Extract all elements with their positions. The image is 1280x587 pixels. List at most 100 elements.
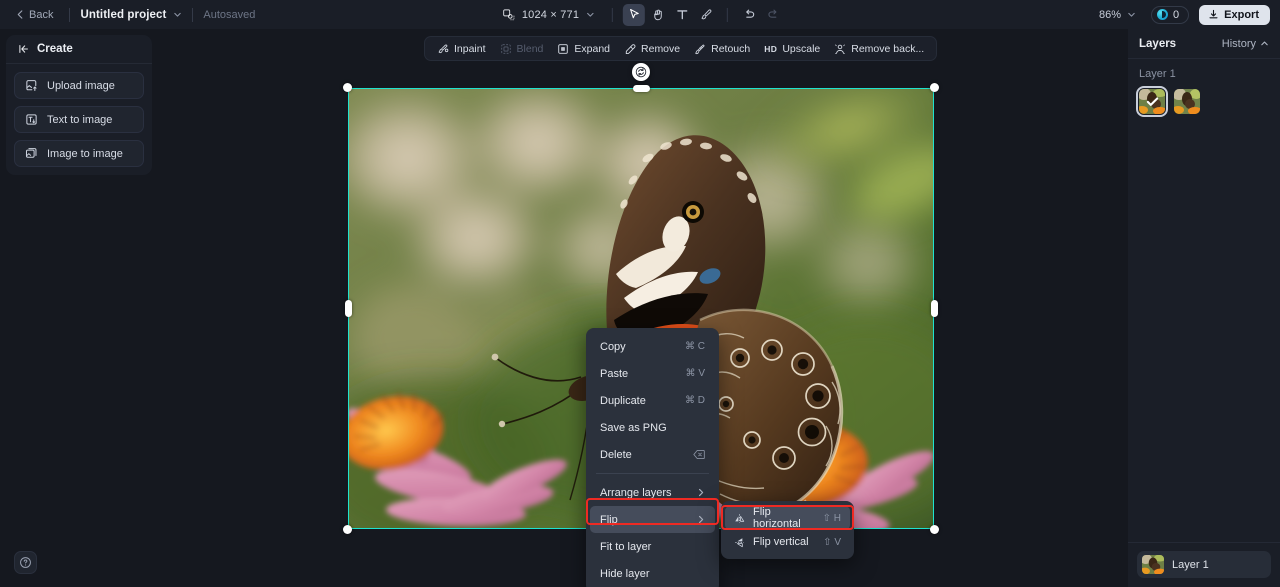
- context-menu-label: Copy: [600, 340, 626, 353]
- redo-button[interactable]: [762, 4, 784, 26]
- history-thumb-1[interactable]: [1136, 86, 1168, 117]
- resize-handle-top-left[interactable]: [343, 83, 352, 92]
- layer-row[interactable]: Layer 1: [1137, 551, 1271, 578]
- layers-panel-header: Layers History: [1128, 29, 1280, 59]
- context-menu-item-paste[interactable]: Paste ⌘ V: [590, 360, 715, 387]
- brush-tool-button[interactable]: [695, 4, 717, 26]
- resize-handle-top-center[interactable]: [632, 84, 650, 92]
- create-panel: Create Upload image Text to image Image …: [6, 35, 152, 175]
- flip-submenu: Flip horizontal ⇧ H Flip vertical ⇧ V: [721, 501, 854, 559]
- context-menu-item-hide-layer[interactable]: Hide layer: [590, 560, 715, 587]
- resize-handle-middle-left[interactable]: [344, 300, 352, 317]
- back-label: Back: [29, 8, 54, 21]
- canvas-dimensions: 1024 × 771: [521, 8, 580, 21]
- image-to-image-button[interactable]: Image to image: [14, 140, 144, 167]
- thumbnail-image: [1174, 89, 1200, 114]
- context-menu-item-duplicate[interactable]: Duplicate ⌘ D: [590, 387, 715, 414]
- retouch-button[interactable]: Retouch: [687, 40, 757, 58]
- layer-name: Layer 1: [1172, 558, 1209, 571]
- divider: [192, 7, 194, 22]
- history-label: History: [1221, 37, 1256, 50]
- context-menu-separator: [596, 473, 709, 474]
- collapse-panel-icon[interactable]: [18, 43, 30, 55]
- project-menu-chevron-down-icon[interactable]: [173, 10, 182, 19]
- expand-button[interactable]: Expand: [550, 40, 617, 58]
- text-to-image-icon: [26, 114, 37, 125]
- history-tool-group: [738, 4, 784, 26]
- submenu-item-flip-horizontal[interactable]: Flip horizontal ⇧ H: [725, 506, 850, 530]
- context-menu-shortcut: ⌘ V: [685, 368, 705, 379]
- question-mark-circle-icon: [20, 557, 31, 568]
- image-edit-toolbar: Inpaint Blend Expand Remove Retouch HD U…: [424, 36, 938, 61]
- flip-vertical-icon: [734, 537, 745, 548]
- divider: [612, 7, 614, 22]
- create-panel-title: Create: [37, 43, 73, 55]
- flip-horizontal-icon: [734, 513, 745, 524]
- upload-image-button[interactable]: Upload image: [14, 72, 144, 99]
- history-thumb-2[interactable]: [1174, 89, 1200, 114]
- credits-button[interactable]: 0: [1151, 5, 1190, 24]
- image-to-image-icon: [25, 148, 37, 158]
- expand-label: Expand: [574, 42, 611, 55]
- submenu-shortcut: ⇧ H: [822, 512, 841, 524]
- submenu-label: Flip vertical: [753, 536, 809, 548]
- context-menu-item-flip[interactable]: Flip: [590, 506, 715, 533]
- back-button[interactable]: Back: [10, 6, 59, 24]
- select-tool-button[interactable]: [623, 3, 646, 26]
- context-menu-item-delete[interactable]: Delete: [590, 441, 715, 468]
- undo-icon: [746, 9, 755, 18]
- history-toggle[interactable]: History: [1222, 38, 1269, 50]
- delete-key-icon: [693, 449, 705, 460]
- upscale-button[interactable]: HD Upscale: [757, 40, 827, 58]
- rotate-icon: [635, 66, 647, 78]
- inpaint-button[interactable]: Inpaint: [430, 40, 493, 58]
- upload-image-icon: [26, 80, 37, 92]
- remove-button[interactable]: Remove: [617, 40, 687, 58]
- resize-handle-middle-right[interactable]: [930, 300, 938, 317]
- blend-label: Blend: [516, 42, 544, 55]
- credit-coin-icon: [1157, 9, 1169, 20]
- chevron-down-icon: [587, 12, 594, 17]
- submenu-item-flip-vertical[interactable]: Flip vertical ⇧ V: [725, 530, 850, 554]
- context-menu-shortcut: ⌘ C: [685, 341, 705, 352]
- zoom-control[interactable]: 86%: [1094, 6, 1141, 24]
- rotate-handle[interactable]: [632, 63, 650, 81]
- context-menu-item-fit-to-layer[interactable]: Fit to layer: [590, 533, 715, 560]
- resize-handle-bottom-left[interactable]: [343, 525, 352, 534]
- hand-tool-button[interactable]: [647, 4, 669, 26]
- upload-image-label: Upload image: [47, 79, 115, 92]
- context-menu-item-save-as-png[interactable]: Save as PNG: [590, 414, 715, 441]
- blend-button[interactable]: Blend: [493, 40, 551, 58]
- chevron-left-icon: [17, 10, 23, 19]
- text-to-image-label: Text to image: [47, 113, 113, 126]
- retouch-icon: [695, 43, 705, 54]
- canvas-size-button[interactable]: 1024 × 771: [496, 6, 602, 24]
- help-button[interactable]: [14, 551, 37, 574]
- context-menu-label: Paste: [600, 367, 629, 380]
- remove-background-label: Remove back...: [851, 42, 925, 55]
- chevron-right-icon: [697, 515, 705, 524]
- context-menu-label: Hide layer: [600, 567, 650, 580]
- text-tool-button[interactable]: [671, 4, 693, 26]
- resize-handle-bottom-right[interactable]: [930, 525, 939, 534]
- remove-label: Remove: [641, 42, 681, 55]
- context-menu-item-copy[interactable]: Copy ⌘ C: [590, 333, 715, 360]
- export-label: Export: [1224, 8, 1259, 21]
- hd-icon: HD: [764, 43, 778, 54]
- context-menu-item-arrange-layers[interactable]: Arrange layers: [590, 479, 715, 506]
- context-menu-label: Fit to layer: [600, 540, 652, 553]
- inpaint-icon: [438, 44, 449, 53]
- remove-background-button[interactable]: Remove back...: [827, 40, 931, 58]
- submenu-shortcut: ⇧ V: [823, 536, 841, 548]
- blend-icon: [500, 43, 511, 54]
- undo-button[interactable]: [738, 4, 760, 26]
- text-to-image-button[interactable]: Text to image: [14, 106, 144, 133]
- context-menu-label: Delete: [600, 448, 632, 461]
- upscale-label: Upscale: [782, 42, 821, 55]
- project-name[interactable]: Untitled project: [80, 9, 166, 21]
- context-menu-label: Arrange layers: [600, 486, 672, 499]
- resize-handle-top-right[interactable]: [930, 83, 939, 92]
- export-button[interactable]: Export: [1199, 4, 1270, 25]
- chevron-down-icon: [1128, 12, 1135, 17]
- context-menu-label: Duplicate: [600, 394, 646, 407]
